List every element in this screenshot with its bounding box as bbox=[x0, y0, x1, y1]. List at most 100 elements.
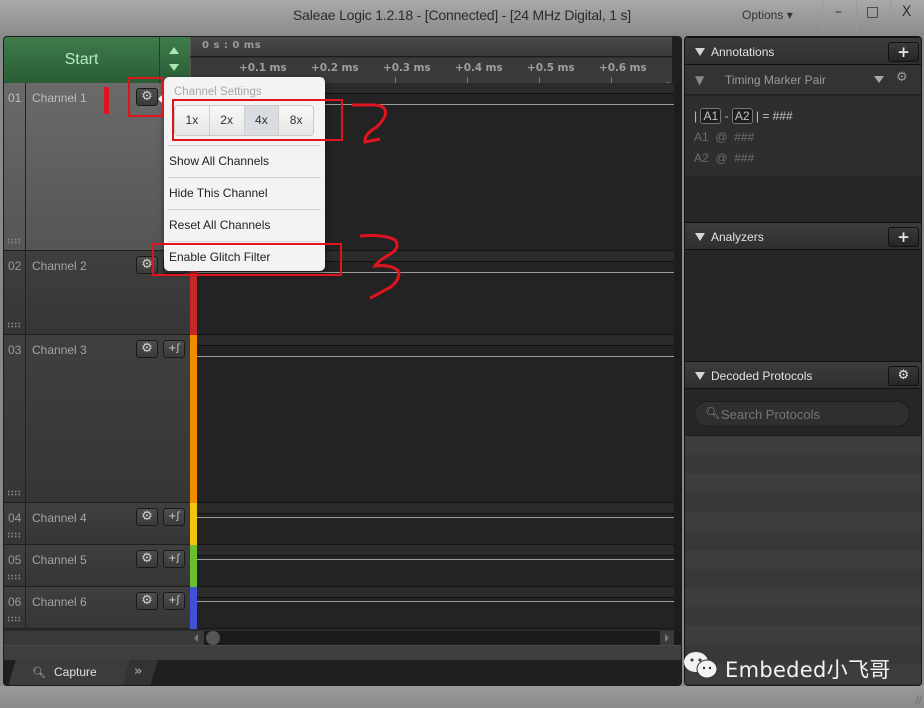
trigger-button[interactable]: +ʃ bbox=[163, 508, 185, 526]
add-analyzer-button[interactable]: + bbox=[888, 227, 919, 247]
timeline-tick-label: +0.4 ms bbox=[455, 62, 503, 74]
vertical-scrollbar[interactable] bbox=[674, 83, 681, 631]
channel-waveform[interactable] bbox=[197, 503, 674, 545]
search-protocols-input[interactable] bbox=[721, 405, 901, 423]
channel-row[interactable]: 03 Channel 3 ⚙ +ʃ bbox=[4, 335, 190, 503]
close-button[interactable]: X bbox=[890, 0, 922, 30]
channel-row[interactable]: 06 Channel 6 ⚙ +ʃ bbox=[4, 587, 190, 629]
channel-settings-button[interactable]: ⚙ bbox=[136, 592, 158, 610]
drag-handle-icon[interactable] bbox=[7, 490, 22, 496]
collapse-triangle-icon[interactable] bbox=[695, 233, 705, 241]
channel-waveform[interactable] bbox=[197, 545, 674, 587]
arrow-up-icon bbox=[169, 47, 179, 54]
drag-handle-icon[interactable] bbox=[7, 322, 22, 328]
time-origin-label: 0 s : 0 ms bbox=[202, 40, 262, 51]
channel-number-cell: 04 bbox=[4, 503, 26, 544]
menu-item-hide-this-channel[interactable]: Hide This Channel bbox=[169, 186, 268, 200]
signal-line bbox=[197, 517, 674, 518]
menu-divider bbox=[168, 209, 321, 210]
timeline-tick-label: +0.3 ms bbox=[383, 62, 431, 74]
protocols-settings-button[interactable]: ⚙ bbox=[888, 366, 919, 386]
waveform-header bbox=[197, 335, 674, 346]
minimize-button[interactable]: – bbox=[822, 0, 854, 30]
waveform-header bbox=[197, 545, 674, 556]
channel-number-cell: 06 bbox=[4, 587, 26, 628]
formula-result: | = ### bbox=[755, 109, 793, 123]
time-origin: 0 s : 0 ms bbox=[190, 37, 672, 57]
channel-name[interactable]: Channel 3 bbox=[32, 343, 87, 357]
channel-number: 05 bbox=[8, 553, 22, 567]
marker-a1-badge[interactable]: A1 bbox=[700, 108, 722, 124]
channel-color-strip bbox=[190, 587, 197, 629]
channel-settings-button[interactable]: ⚙ bbox=[136, 550, 158, 568]
decoded-protocols-header[interactable]: Decoded Protocols ⚙ bbox=[685, 361, 921, 389]
a1-position: A1 @ ### bbox=[694, 130, 755, 144]
channel-name[interactable]: Channel 6 bbox=[32, 595, 87, 609]
marker-pin-icon: ▼ bbox=[695, 73, 705, 87]
annotations-header[interactable]: Annotations + bbox=[685, 37, 921, 65]
timeline-tick-label: +0.6 ms bbox=[599, 62, 647, 74]
chevron-double-right-icon[interactable]: » bbox=[134, 664, 142, 679]
annotations-title: Annotations bbox=[711, 45, 775, 59]
channel-color-strip bbox=[190, 335, 197, 503]
drag-handle-icon[interactable] bbox=[7, 532, 22, 538]
menu-divider bbox=[168, 145, 321, 146]
drag-handle-icon[interactable] bbox=[7, 574, 22, 580]
channel-number: 03 bbox=[8, 343, 22, 357]
status-bar: ∕∕ bbox=[0, 686, 924, 708]
marker-type-label: Timing Marker Pair bbox=[725, 73, 826, 87]
marker-dropdown-icon[interactable] bbox=[874, 76, 884, 83]
trigger-button[interactable]: +ʃ bbox=[163, 550, 185, 568]
menu-item-show-all-channels[interactable]: Show All Channels bbox=[169, 154, 269, 168]
channel-name[interactable]: Channel 4 bbox=[32, 511, 87, 525]
channel-waveform[interactable] bbox=[197, 587, 674, 629]
options-menu[interactable]: Options ▾ bbox=[742, 8, 793, 22]
annotation-step-3-scribble bbox=[359, 234, 401, 300]
collapse-triangle-icon[interactable] bbox=[695, 372, 705, 380]
channel-name[interactable]: Channel 2 bbox=[32, 259, 87, 273]
trigger-button[interactable]: +ʃ bbox=[163, 340, 185, 358]
channel-settings-button[interactable]: ⚙ bbox=[136, 340, 158, 358]
timeline-tick-label: +0.5 ms bbox=[527, 62, 575, 74]
tab-strip: 🔍︎ Capture » bbox=[4, 660, 681, 685]
scroll-thumb[interactable] bbox=[206, 631, 220, 645]
search-protocols-field[interactable]: 🔍︎ bbox=[694, 401, 910, 427]
resize-grip-icon[interactable]: ∕∕ bbox=[915, 695, 922, 706]
waveform-header bbox=[197, 503, 674, 514]
formula-minus: - bbox=[724, 109, 729, 123]
drag-handle-icon[interactable] bbox=[7, 616, 22, 622]
add-annotation-button[interactable]: + bbox=[888, 42, 919, 62]
channel-row[interactable]: 04 Channel 4 ⚙ +ʃ bbox=[4, 503, 190, 545]
decoded-protocols-title: Decoded Protocols bbox=[711, 369, 813, 383]
channel-row[interactable]: 05 Channel 5 ⚙ +ʃ bbox=[4, 545, 190, 587]
waveform-header bbox=[197, 587, 674, 598]
horizontal-scrollbar[interactable] bbox=[190, 631, 681, 645]
channel-name[interactable]: Channel 5 bbox=[32, 553, 87, 567]
channel-name[interactable]: Channel 1 bbox=[32, 91, 87, 105]
formula-bar: | bbox=[694, 109, 698, 123]
marker-gear-icon[interactable]: ⚙ bbox=[896, 70, 908, 85]
channel-settings-button[interactable]: ⚙ bbox=[136, 508, 158, 526]
scroll-left-button[interactable] bbox=[190, 631, 204, 645]
menu-divider bbox=[168, 241, 321, 242]
timeline-tick-label: +0.2 ms bbox=[311, 62, 359, 74]
trigger-button[interactable]: +ʃ bbox=[163, 592, 185, 610]
analyzers-header[interactable]: Analyzers + bbox=[685, 222, 921, 250]
menu-item-reset-all-channels[interactable]: Reset All Channels bbox=[169, 218, 270, 232]
channel-waveform[interactable] bbox=[197, 335, 674, 503]
scroll-right-button[interactable] bbox=[660, 631, 674, 645]
signal-line bbox=[197, 601, 674, 602]
channel-number-cell: 03 bbox=[4, 335, 26, 502]
timing-marker-row[interactable]: ▼ Timing Marker Pair ⚙ bbox=[685, 65, 921, 95]
drag-handle-icon[interactable] bbox=[7, 238, 22, 244]
watermark: Embeded小飞哥 bbox=[682, 648, 922, 684]
marker-a2-badge[interactable]: A2 bbox=[731, 108, 753, 124]
channel-color-strip bbox=[190, 545, 197, 587]
maximize-button[interactable]: □ bbox=[856, 0, 888, 30]
collapse-triangle-icon[interactable] bbox=[695, 48, 705, 56]
tab-capture-label[interactable]: Capture bbox=[54, 665, 97, 679]
arrow-down-icon bbox=[169, 64, 179, 71]
timeline-tick-label: +0.1 ms bbox=[239, 62, 287, 74]
channel-color-strip bbox=[190, 503, 197, 545]
channel-number: 04 bbox=[8, 511, 22, 525]
